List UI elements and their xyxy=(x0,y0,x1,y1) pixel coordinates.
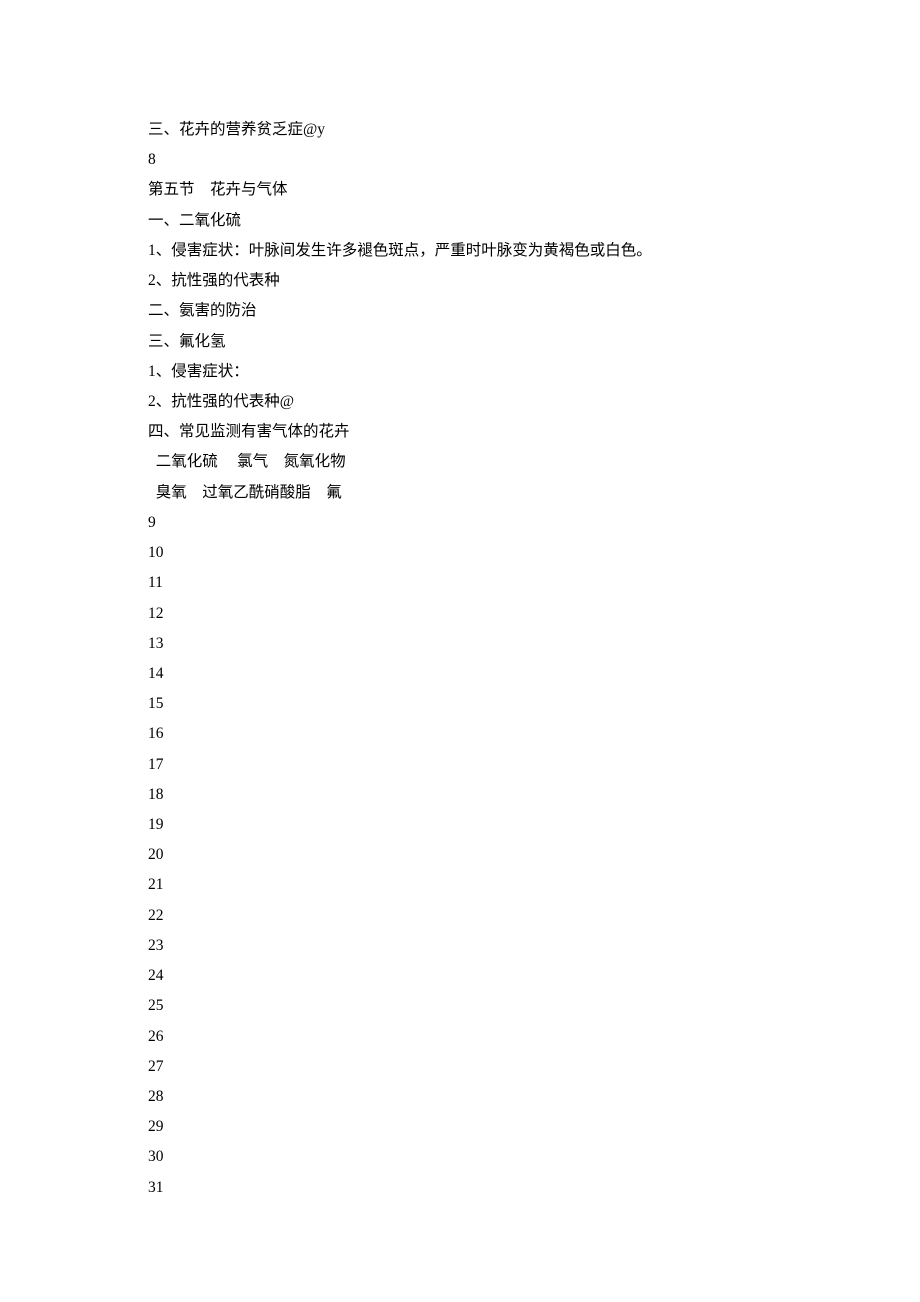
text-line: 17 xyxy=(148,750,772,780)
text-line: 第五节 花卉与气体 xyxy=(148,175,772,205)
text-line: 三、花卉的营养贫乏症@y xyxy=(148,115,772,145)
text-line: 24 xyxy=(148,961,772,991)
text-line: 22 xyxy=(148,901,772,931)
text-line: 二氧化硫 氯气 氮氧化物 xyxy=(148,447,772,477)
text-line: 19 xyxy=(148,810,772,840)
text-line: 8 xyxy=(148,145,772,175)
text-line: 二、氨害的防治 xyxy=(148,296,772,326)
text-line: 20 xyxy=(148,840,772,870)
text-line: 一、二氧化硫 xyxy=(148,206,772,236)
text-line: 11 xyxy=(148,568,772,598)
text-line: 31 xyxy=(148,1173,772,1203)
text-line: 三、氟化氢 xyxy=(148,327,772,357)
text-line: 16 xyxy=(148,719,772,749)
document-page: 三、花卉的营养贫乏症@y 8 第五节 花卉与气体 一、二氧化硫 1、侵害症状：叶… xyxy=(0,0,920,1203)
text-line: 13 xyxy=(148,629,772,659)
text-line: 18 xyxy=(148,780,772,810)
text-line: 21 xyxy=(148,870,772,900)
text-line: 14 xyxy=(148,659,772,689)
text-line: 28 xyxy=(148,1082,772,1112)
text-line: 2、抗性强的代表种 xyxy=(148,266,772,296)
text-line: 2、抗性强的代表种@ xyxy=(148,387,772,417)
text-line: 27 xyxy=(148,1052,772,1082)
text-line: 12 xyxy=(148,599,772,629)
text-line: 四、常见监测有害气体的花卉 xyxy=(148,417,772,447)
text-line: 1、侵害症状：叶脉间发生许多褪色斑点，严重时叶脉变为黄褐色或白色。 xyxy=(148,236,772,266)
text-line: 9 xyxy=(148,508,772,538)
text-line: 26 xyxy=(148,1022,772,1052)
text-line: 15 xyxy=(148,689,772,719)
text-line: 臭氧 过氧乙酰硝酸脂 氟 xyxy=(148,478,772,508)
text-line: 1、侵害症状： xyxy=(148,357,772,387)
text-line: 23 xyxy=(148,931,772,961)
text-line: 10 xyxy=(148,538,772,568)
text-line: 30 xyxy=(148,1142,772,1172)
text-line: 29 xyxy=(148,1112,772,1142)
text-line: 25 xyxy=(148,991,772,1021)
